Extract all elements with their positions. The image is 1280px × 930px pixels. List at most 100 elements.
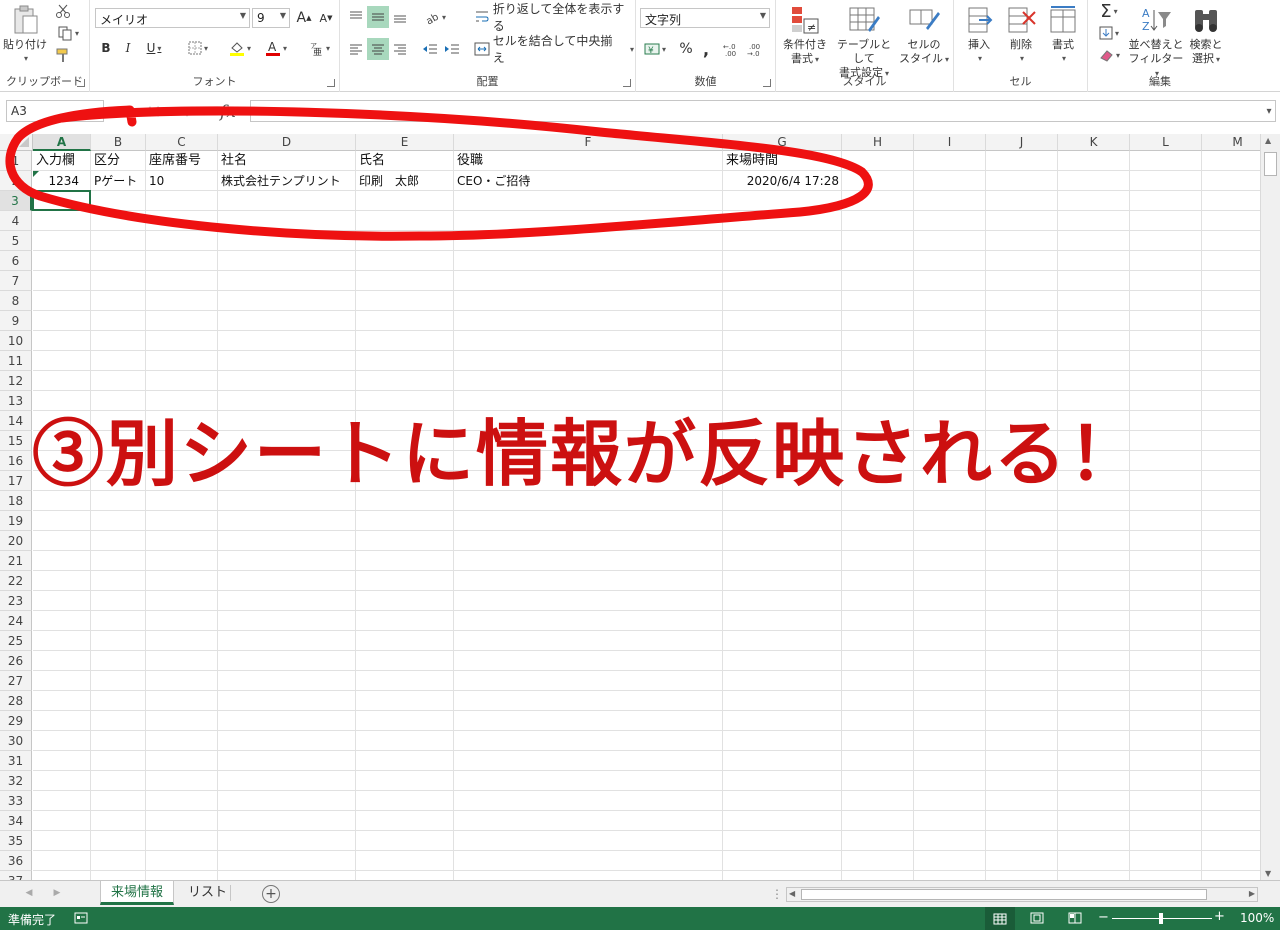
font-color-button[interactable]: A ▾: [260, 38, 292, 58]
column-header-e[interactable]: E: [356, 134, 454, 151]
row-header-3[interactable]: 3: [0, 191, 32, 211]
row-header-4[interactable]: 4: [0, 211, 32, 231]
expand-formula-bar-icon[interactable]: ▾: [1262, 104, 1276, 118]
cell-c1[interactable]: 座席番号: [146, 151, 218, 171]
row-header-35[interactable]: 35: [0, 831, 32, 851]
cell-d2[interactable]: 株式会社テンプリント: [218, 171, 356, 191]
row-header-33[interactable]: 33: [0, 791, 32, 811]
row-header-15[interactable]: 15: [0, 431, 32, 451]
row-header-34[interactable]: 34: [0, 811, 32, 831]
vertical-scroll-thumb[interactable]: [1264, 152, 1277, 176]
row-header-21[interactable]: 21: [0, 551, 32, 571]
decrease-decimal-icon[interactable]: .00 →.0: [746, 38, 768, 60]
row-header-9[interactable]: 9: [0, 311, 32, 331]
align-middle-icon[interactable]: [367, 6, 389, 28]
sort-filter-button[interactable]: AZ 並べ替えと フィルター▾: [1128, 2, 1184, 81]
conditional-format-button[interactable]: ≠ 条件付き 書式 ▾: [778, 2, 832, 67]
autosum-icon[interactable]: Σ ▾: [1092, 1, 1126, 22]
accounting-format-icon[interactable]: ¥ ▾: [640, 38, 670, 60]
alignment-launcher-icon[interactable]: [623, 79, 631, 87]
horizontal-scrollbar[interactable]: ◀ ▶: [786, 887, 1258, 902]
row-header-18[interactable]: 18: [0, 491, 32, 511]
cell-c2[interactable]: 10: [146, 171, 218, 191]
row-header-10[interactable]: 10: [0, 331, 32, 351]
bold-button[interactable]: B: [96, 38, 116, 58]
row-header-36[interactable]: 36: [0, 851, 32, 871]
phonetic-button[interactable]: ア亜 ▾: [304, 38, 334, 58]
page-break-view-icon[interactable]: [1068, 912, 1082, 927]
row-header-7[interactable]: 7: [0, 271, 32, 291]
row-header-32[interactable]: 32: [0, 771, 32, 791]
insert-button[interactable]: 挿入 ▾: [958, 2, 1000, 66]
row-header-23[interactable]: 23: [0, 591, 32, 611]
insert-function-button[interactable]: fx: [212, 101, 244, 123]
row-header-6[interactable]: 6: [0, 251, 32, 271]
clear-icon[interactable]: ▾: [1092, 46, 1126, 64]
vertical-scrollbar[interactable]: ▲ ▼: [1260, 134, 1280, 880]
font-name-combo[interactable]: メイリオ ▼: [95, 8, 250, 28]
zoom-slider-thumb[interactable]: [1159, 913, 1163, 924]
row-header-1[interactable]: 1: [0, 151, 32, 171]
row-header-30[interactable]: 30: [0, 731, 32, 751]
find-select-button[interactable]: 検索と 選択 ▾: [1184, 2, 1228, 67]
row-header-29[interactable]: 29: [0, 711, 32, 731]
row-header-17[interactable]: 17: [0, 471, 32, 491]
font-size-combo[interactable]: 9 ▼: [252, 8, 290, 28]
font-launcher-icon[interactable]: [327, 79, 335, 87]
copy-icon[interactable]: ▾: [54, 24, 82, 42]
row-header-24[interactable]: 24: [0, 611, 32, 631]
scroll-down-icon[interactable]: ▼: [1265, 869, 1271, 878]
row-header-28[interactable]: 28: [0, 691, 32, 711]
format-as-table-button[interactable]: テーブルとして 書式設定 ▾: [832, 2, 896, 81]
row-header-19[interactable]: 19: [0, 511, 32, 531]
row-header-14[interactable]: 14: [0, 411, 32, 431]
column-header-f[interactable]: F: [454, 134, 723, 151]
row-header-12[interactable]: 12: [0, 371, 32, 391]
column-header-i[interactable]: I: [914, 134, 986, 151]
orientation-icon[interactable]: ab ▾: [420, 6, 450, 28]
underline-button[interactable]: U ▾: [140, 38, 168, 58]
number-format-combo[interactable]: 文字列 ▼: [640, 8, 770, 28]
page-layout-view-icon[interactable]: [1030, 912, 1044, 927]
delete-button[interactable]: 削除 ▾: [1000, 2, 1042, 66]
column-header-m[interactable]: M: [1202, 134, 1260, 151]
increase-indent-icon[interactable]: [442, 38, 462, 60]
tab-splitter-icon[interactable]: ⋮: [771, 885, 783, 903]
cell-e2[interactable]: 印刷 太郎: [356, 171, 454, 191]
paste-button[interactable]: 貼り付け ▾: [2, 2, 48, 66]
zoom-in-icon[interactable]: +: [1214, 909, 1225, 924]
number-launcher-icon[interactable]: [763, 79, 771, 87]
row-header-26[interactable]: 26: [0, 651, 32, 671]
italic-button[interactable]: I: [118, 38, 138, 58]
sheet-tab-raijo[interactable]: 来場情報: [100, 881, 175, 905]
percent-style-button[interactable]: %: [676, 38, 696, 60]
align-center-icon[interactable]: [367, 38, 389, 60]
cell-b1[interactable]: 区分: [91, 151, 146, 171]
row-header-31[interactable]: 31: [0, 751, 32, 771]
enter-icon[interactable]: ✓: [178, 101, 202, 123]
worksheet-grid[interactable]: ABCDEFGHIJKLM 1 2 3 4 5 6 7 8 9 10 11 12 13 14 15 16 17 1…: [0, 134, 1260, 880]
column-header-k[interactable]: K: [1058, 134, 1130, 151]
cell-a2[interactable]: 1234: [33, 171, 91, 191]
row-header-25[interactable]: 25: [0, 631, 32, 651]
cell-e1[interactable]: 氏名: [356, 151, 454, 171]
clipboard-launcher-icon[interactable]: [77, 79, 85, 87]
row-header-37[interactable]: 37: [0, 871, 32, 880]
decrease-indent-icon[interactable]: [420, 38, 440, 60]
column-header-b[interactable]: B: [91, 134, 146, 151]
normal-view-icon[interactable]: [985, 907, 1015, 930]
row-header-27[interactable]: 27: [0, 671, 32, 691]
scroll-left-icon[interactable]: ◀: [789, 889, 795, 898]
cut-icon[interactable]: [54, 2, 72, 20]
cancel-icon[interactable]: ✕: [142, 101, 166, 123]
zoom-out-icon[interactable]: −: [1098, 910, 1109, 925]
column-header-g[interactable]: G: [723, 134, 842, 151]
column-header-a[interactable]: A: [33, 134, 91, 151]
format-painter-icon[interactable]: [54, 46, 72, 64]
formula-input[interactable]: [250, 100, 1276, 122]
row-header-20[interactable]: 20: [0, 531, 32, 551]
cell-f1[interactable]: 役職: [454, 151, 723, 171]
cell-d1[interactable]: 社名: [218, 151, 356, 171]
column-header-h[interactable]: H: [842, 134, 914, 151]
scroll-right-icon[interactable]: ▶: [1249, 889, 1255, 898]
